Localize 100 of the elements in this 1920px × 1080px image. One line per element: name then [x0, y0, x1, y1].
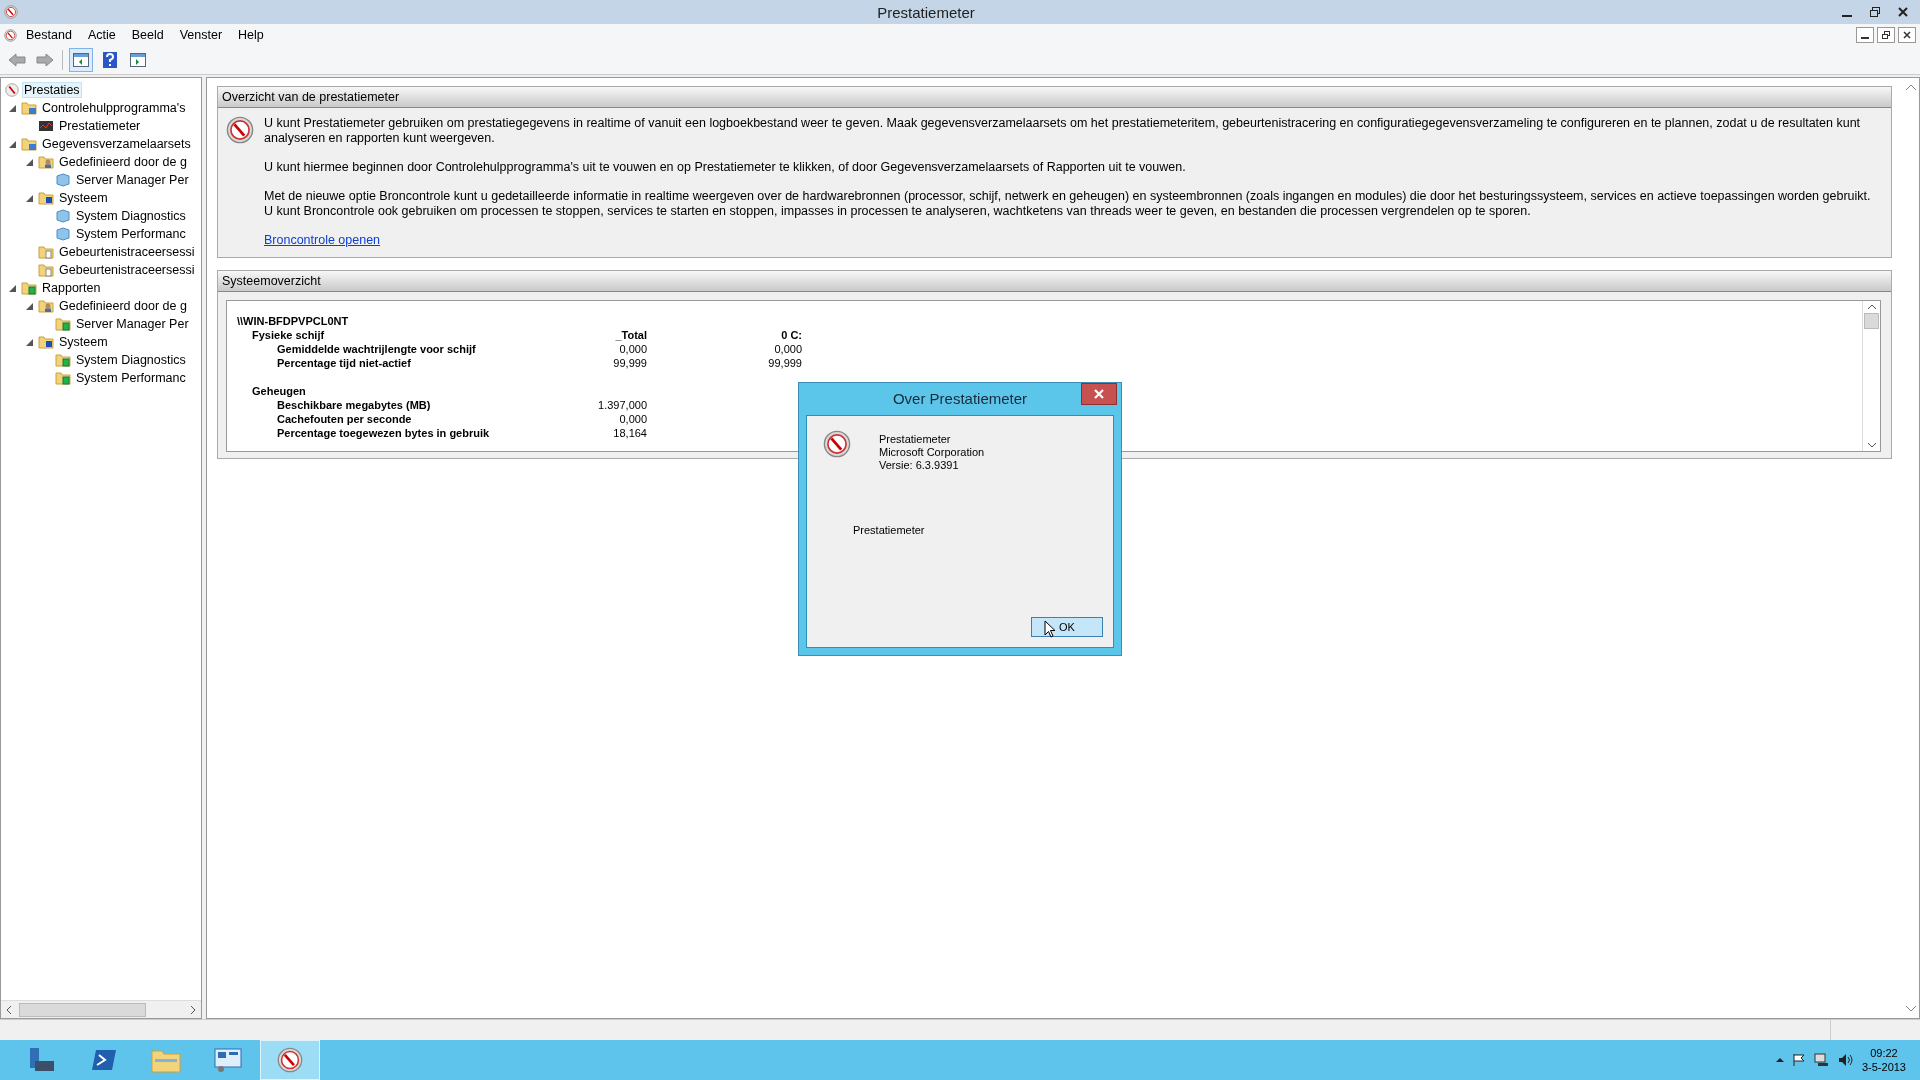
tree-item[interactable]: System Diagnostics [74, 208, 188, 224]
scroll-down-icon[interactable] [1905, 1005, 1916, 1012]
trace-folder-icon [38, 245, 54, 259]
tree-item[interactable]: Prestatiemeter [57, 118, 143, 134]
scroll-up-icon[interactable] [1867, 304, 1876, 310]
close-button[interactable] [1898, 27, 1916, 43]
system-folder-icon [38, 335, 54, 349]
tree-item[interactable]: System Diagnostics [74, 352, 188, 368]
section-header: Overzicht van de prestatiemeter [218, 87, 1891, 108]
counter-name: Gemiddelde wachtrijlengte voor schijf [276, 343, 477, 357]
counter-value: 99,999 [767, 357, 802, 371]
tree-item[interactable]: Gebeurtenistraceersessi [57, 244, 197, 260]
minimize-icon [1861, 37, 1869, 39]
cube-icon [55, 227, 71, 241]
console-tree-button[interactable] [69, 48, 93, 72]
user-folder-icon [38, 155, 54, 169]
menu-item[interactable]: Venster [172, 26, 230, 44]
counter-name: Percentage toegewezen bytes in gebruik [276, 427, 491, 441]
system-folder-icon [38, 191, 54, 205]
report-folder-icon [21, 281, 37, 295]
report-folder-icon [55, 371, 71, 385]
tree-item[interactable]: Systeem [57, 190, 110, 206]
tree-item[interactable]: Systeem [57, 334, 110, 350]
counter-group: Fysieke schijf [237, 329, 547, 343]
column-header: 0 C: [780, 329, 802, 343]
close-icon [1903, 31, 1911, 39]
minimize-icon [1842, 15, 1852, 17]
tree-item[interactable]: Rapporten [40, 280, 103, 296]
link[interactable]: Broncontrole openen [264, 233, 381, 247]
machine-name: \\WIN-BFDPVPCL0NT [237, 315, 350, 329]
scroll-thumb[interactable] [1864, 313, 1879, 329]
flag-icon[interactable] [1791, 1053, 1806, 1067]
tree-item[interactable]: Gegevensverzamelaarsets [40, 136, 193, 152]
scroll-up-icon[interactable] [1905, 84, 1916, 91]
counter-value: 1.397,000 [597, 399, 647, 413]
expanded-triangle-icon[interactable] [8, 284, 16, 292]
dialog-title: Over Prestatiemeter [892, 389, 1028, 407]
menu-item[interactable]: Help [231, 26, 271, 44]
counter-value: 0,000 [773, 343, 802, 357]
chart-icon [38, 119, 54, 133]
tree-item[interactable]: Gedefinieerd door de g [57, 154, 189, 170]
column-header: _Total [614, 329, 647, 343]
clock[interactable]: 09:22 3-5-2013 [1861, 1046, 1906, 1074]
tree-item[interactable]: Prestaties [22, 82, 82, 98]
cursor-icon [1044, 620, 1056, 638]
minimize-button[interactable] [1856, 27, 1874, 43]
expanded-triangle-icon[interactable] [25, 302, 33, 310]
tree-item[interactable]: System Performanc [74, 370, 188, 386]
folder-icon [21, 137, 37, 151]
close-icon [1898, 7, 1908, 17]
about-line: Versie: 6.3.9391 [879, 459, 960, 472]
speaker-icon[interactable] [1837, 1053, 1854, 1067]
restore-icon [1870, 7, 1880, 17]
cube-icon [55, 173, 71, 187]
counter-value: 0,000 [618, 413, 647, 427]
tree-item[interactable]: Server Manager Per [74, 316, 191, 332]
section-header: Systeemoverzicht [218, 271, 1891, 292]
tree-item[interactable]: Gebeurtenistraceersessi [57, 262, 197, 278]
window-title: Prestatiemeter [876, 3, 976, 21]
restore-button[interactable] [1877, 27, 1895, 43]
expanded-triangle-icon[interactable] [8, 140, 16, 148]
counter-value: 99,999 [612, 357, 647, 371]
restore-icon [1882, 31, 1890, 39]
trace-folder-icon [38, 263, 54, 277]
counter-value: 0,000 [618, 343, 647, 357]
counter-value: 18,164 [612, 427, 647, 441]
counter-group: Geheugen [237, 385, 547, 399]
taskbar-button[interactable] [260, 1040, 320, 1080]
menu-item[interactable]: Actie [80, 26, 123, 44]
tree-item[interactable]: Controlehulpprogramma's [40, 100, 188, 116]
expanded-triangle-icon[interactable] [25, 158, 33, 166]
expanded-triangle-icon[interactable] [8, 104, 16, 112]
control-panel-icon [213, 1046, 243, 1074]
scroll-down-icon[interactable] [1867, 442, 1876, 448]
paragraph: U kunt hiermee beginnen door Controlehulpprogramma's uit te vouwen en op Prestatiemeter te klikken, of door Gegevensverzamelaarsets of Rapporten uit te vouwen. [264, 160, 1187, 175]
scroll-thumb[interactable] [19, 1003, 146, 1017]
tree-item[interactable]: Gedefinieerd door de g [57, 298, 189, 314]
about-line: Microsoft Corporation [879, 446, 985, 459]
counter-name: Cachefouten per seconde [276, 413, 413, 427]
expanded-triangle-icon[interactable] [25, 194, 33, 202]
ok-button[interactable]: OK [1031, 617, 1103, 637]
tree-item[interactable]: System Performanc [74, 226, 188, 242]
menu-item[interactable]: Bestand [19, 26, 79, 44]
expanded-triangle-icon[interactable] [25, 338, 33, 346]
paragraph: U kunt Prestatiemeter gebruiken om prestatiegegevens in realtime of vanuit een logboekbestand weer te geven. Maak gegevensverzamelaarsets om het prestatiemeteritem, gebeurtenistracering en configuratiegegevensverzameling te configureren en te plannen, zodat u de resultaten kunt analyseren en rapporten kunt weergeven. [264, 116, 1862, 146]
server-icon [27, 1046, 57, 1074]
folder-icon [151, 1047, 181, 1073]
cube-icon [55, 209, 71, 223]
report-folder-icon [55, 353, 71, 367]
user-folder-icon [38, 299, 54, 313]
about-line: Prestatiemeter [879, 433, 952, 446]
counter-name: Beschikbare megabytes (MB) [276, 399, 432, 413]
menu-item[interactable]: Beeld [124, 26, 171, 44]
counter-name: Percentage tijd niet-actief [276, 357, 412, 371]
tree-item[interactable]: Server Manager Per [74, 172, 191, 188]
terminal-icon [90, 1047, 118, 1073]
description: Prestatiemeter [853, 524, 926, 536]
close-button[interactable] [1081, 383, 1117, 405]
folder-icon [21, 101, 37, 115]
show-hidden-icon[interactable] [1775, 1057, 1784, 1063]
